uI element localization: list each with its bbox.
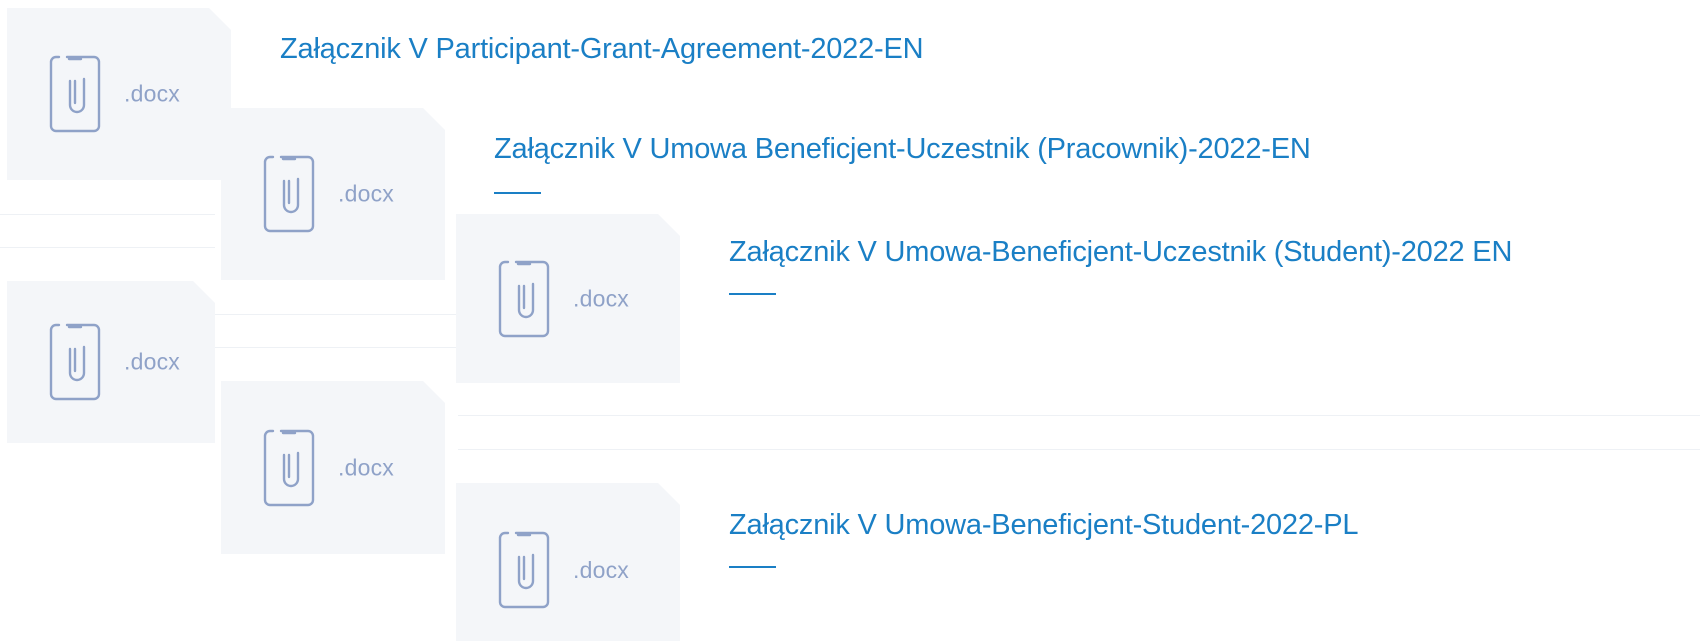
divider: [0, 214, 215, 215]
file-icon-5[interactable]: .docx: [221, 381, 445, 554]
file-link-2[interactable]: Załącznik V Umowa Beneficjent-Uczestnik …: [494, 133, 1311, 166]
document-paperclip-icon: [496, 529, 552, 611]
title-underline: [729, 566, 776, 568]
file-icon-1[interactable]: .docx: [7, 8, 231, 180]
file-link-6[interactable]: Załącznik V Umowa-Beneficjent-Student-20…: [729, 509, 1359, 542]
file-extension-label: .docx: [124, 80, 180, 107]
file-extension-label: .docx: [338, 454, 394, 480]
file-extension-label: .docx: [573, 557, 629, 583]
divider: [215, 347, 460, 348]
file-link-1[interactable]: Załącznik V Participant-Grant-Agreement-…: [280, 33, 924, 66]
title-underline: [729, 293, 776, 295]
document-paperclip-icon: [496, 258, 552, 340]
title-underline: [494, 192, 541, 194]
document-paperclip-icon: [47, 53, 103, 135]
file-extension-label: .docx: [573, 285, 629, 311]
divider: [458, 415, 1700, 416]
divider: [215, 314, 460, 315]
file-icon-6[interactable]: .docx: [456, 483, 680, 641]
document-paperclip-icon: [261, 153, 317, 235]
document-paperclip-icon: [261, 427, 317, 509]
file-icon-2[interactable]: .docx: [221, 108, 445, 280]
file-extension-label: .docx: [124, 348, 180, 375]
divider: [458, 449, 1700, 450]
divider: [0, 247, 215, 248]
file-icon-4[interactable]: .docx: [7, 281, 215, 443]
document-paperclip-icon: [47, 321, 103, 403]
file-icon-3[interactable]: .docx: [456, 214, 680, 383]
file-extension-label: .docx: [338, 180, 394, 207]
file-link-3[interactable]: Załącznik V Umowa-Beneficjent-Uczestnik …: [729, 236, 1512, 269]
